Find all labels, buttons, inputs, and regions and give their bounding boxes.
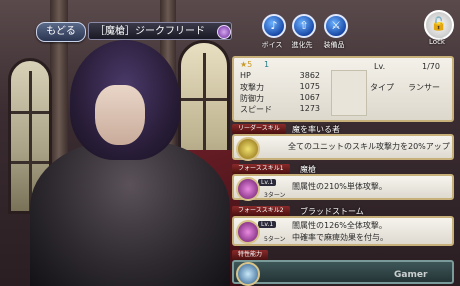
type-label: タイプ — [370, 83, 394, 92]
force-skill1-desc: 闇属性の210%単体攻撃。 — [292, 182, 387, 191]
lock-button[interactable]: 🔓 — [424, 10, 454, 40]
leader-skill-box[interactable]: 全てのユニットのスキル攻撃力を20%アップ — [232, 134, 454, 160]
force-skill2-tag: フォーススキル2 — [232, 206, 290, 216]
lv-label: Lv. — [374, 62, 386, 71]
force-skill2-lv: Lv.1 — [258, 221, 277, 228]
unit-portrait-slot — [331, 70, 367, 116]
leader-skill-tag: リーダースキル — [232, 124, 286, 134]
spd-label: スピード — [240, 105, 272, 114]
back-button[interactable]: もどる — [36, 22, 86, 42]
force-skill1-turn: 3ターン — [264, 192, 286, 199]
leader-skill-desc: 全てのユニットのスキル攻撃力を20%アップ — [288, 142, 450, 151]
voice-icon[interactable]: ♪ — [262, 14, 286, 38]
element-orb-icon — [217, 25, 231, 39]
evolve-icon[interactable]: ⇧ — [292, 14, 316, 38]
equipment-label: 装備品 — [323, 41, 345, 49]
force-skill1-lv: Lv.1 — [258, 179, 277, 186]
force-skill1-tag: フォーススキル1 — [232, 164, 290, 174]
lv-value: 1/70 — [422, 62, 440, 71]
def-label: 防御力 — [240, 94, 264, 103]
rarity-stars: ★5 — [240, 60, 253, 69]
force-skill2-desc-line2: 中確率で麻痺効果を付与。 — [292, 233, 388, 242]
spd-value: 1273 — [299, 104, 320, 113]
lock-label: Lock — [429, 38, 445, 46]
lock-icon: 🔓 — [430, 17, 448, 32]
force-skill2-turn: 5ターン — [264, 236, 286, 243]
leader-skill-icon — [236, 137, 260, 161]
hp-label: HP — [240, 71, 251, 80]
force-skill2-desc-line1: 闇属性の126%全体攻撃。 — [292, 221, 387, 230]
force-skill2-icon — [236, 220, 260, 244]
force-skill2-box[interactable]: Lv.1 5ターン 闇属性の126%全体攻撃。 中確率で麻痺効果を付与。 — [232, 216, 454, 246]
type-value: ランサー — [408, 83, 440, 92]
character-armor — [30, 140, 230, 286]
character-face — [95, 85, 145, 145]
rank-badge: 1 — [264, 60, 270, 69]
watermark-logo: Gamer — [394, 270, 428, 280]
atk-value: 1075 — [299, 82, 320, 91]
unit-name-plate: ［魔槍］ジークフリード — [88, 22, 232, 40]
def-value: 1067 — [299, 93, 320, 102]
hp-value: 3862 — [299, 71, 320, 80]
stats-panel: ★5 1 HP 3862 攻撃力 1075 防御力 1067 スピード 1273… — [232, 56, 454, 122]
force-skill1-box[interactable]: Lv.1 3ターン 闇属性の210%単体攻撃。 — [232, 174, 454, 200]
force-skill1-icon — [236, 177, 260, 201]
special-ability-tag: 特性能力 — [232, 250, 269, 260]
special-ability-icon — [236, 262, 260, 286]
atk-label: 攻撃力 — [240, 83, 264, 92]
equipment-icon[interactable]: ⚔ — [324, 14, 348, 38]
